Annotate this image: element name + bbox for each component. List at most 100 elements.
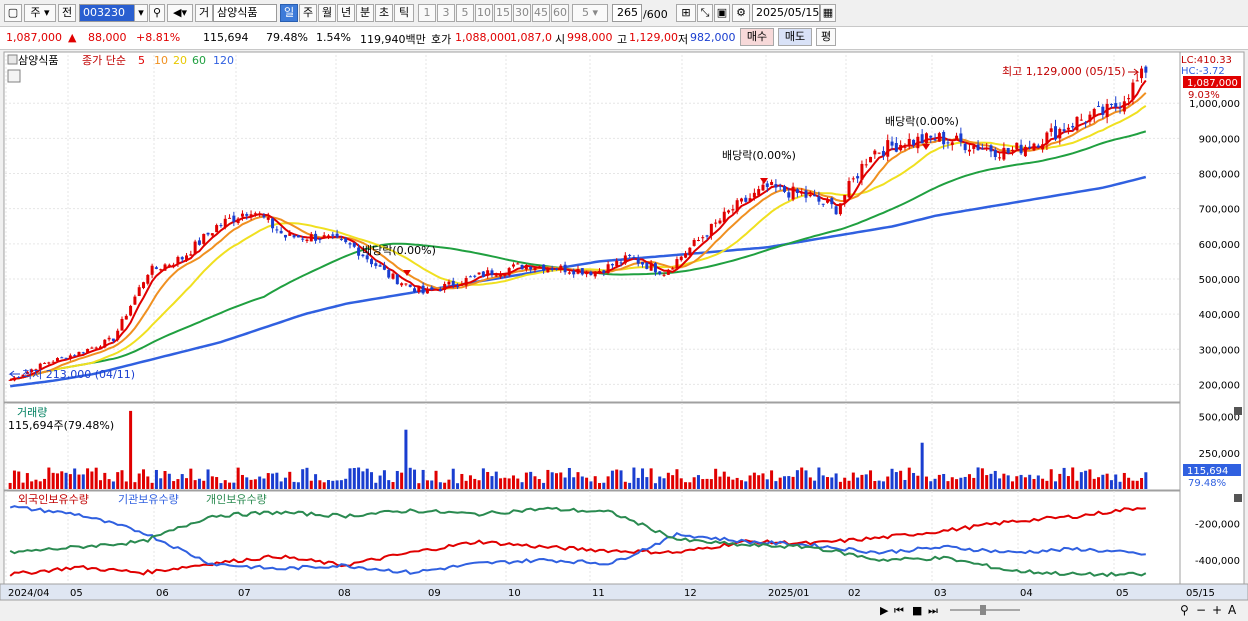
candle-body xyxy=(1066,127,1070,130)
volume-bar xyxy=(55,473,59,489)
candle-body xyxy=(959,133,963,142)
volume-bar xyxy=(21,482,25,489)
stop-icon: ■ xyxy=(912,604,922,617)
candle-body xyxy=(314,233,318,241)
interval-3[interactable]: 3 xyxy=(437,4,455,22)
x-tick-label: 05 xyxy=(1116,588,1129,599)
current-price: 1,087,000 xyxy=(6,31,62,44)
volume-ratio: 79.48% xyxy=(266,31,308,44)
volume-bar xyxy=(219,483,223,489)
period-second[interactable]: 초 xyxy=(375,4,393,22)
volume-bar xyxy=(1109,480,1113,489)
date-input[interactable]: 2025/05/15 xyxy=(752,4,820,22)
volume-bar xyxy=(1015,476,1019,489)
candle-body xyxy=(210,233,214,236)
volume-bar xyxy=(834,473,838,489)
volume-bar xyxy=(352,467,356,489)
candle-body xyxy=(722,211,726,223)
candle-body xyxy=(477,272,481,275)
sell-button[interactable]: 매도 xyxy=(778,28,812,46)
chart-area[interactable]: 200,000 300,000 400,000 500,000 600,000 700,0… xyxy=(0,50,1248,621)
y-tick-label: 700,000 xyxy=(1199,205,1240,216)
volume-bar xyxy=(516,478,520,489)
interval-45[interactable]: 45 xyxy=(532,4,550,22)
candle-body xyxy=(283,234,287,238)
zoom-icon[interactable]: ⤡ xyxy=(697,4,713,22)
volume-bar xyxy=(1101,474,1105,489)
interval-5[interactable]: 5 xyxy=(456,4,474,22)
bar-count-input[interactable]: 265 xyxy=(612,4,642,22)
candle-body xyxy=(511,264,515,267)
price-tag-value: 1,087,000 xyxy=(1187,78,1238,89)
trade-button[interactable]: 거 xyxy=(195,4,213,22)
volume-bar xyxy=(890,468,894,489)
period-week[interactable]: 주 xyxy=(299,4,317,22)
volume-bar xyxy=(1105,473,1109,489)
period-year[interactable]: 년 xyxy=(337,4,355,22)
interval-select[interactable]: 5 ▾ xyxy=(572,4,608,22)
table-icon[interactable] xyxy=(7,69,21,83)
holding-pane-close-icon[interactable] xyxy=(1234,494,1242,502)
candle-body xyxy=(185,255,189,261)
speaker-icon[interactable]: ◀▾ xyxy=(167,4,193,22)
candle-body xyxy=(834,206,838,215)
x-tick-label: 03 xyxy=(934,588,947,599)
period-tick[interactable]: 틱 xyxy=(394,4,414,22)
volume-bar xyxy=(1131,480,1135,489)
candle-body xyxy=(142,282,146,289)
search-icon[interactable]: ⚲ xyxy=(149,4,165,22)
code-dropdown-icon[interactable]: ▾ xyxy=(134,4,148,22)
volume-pane-close-icon[interactable] xyxy=(1234,407,1242,415)
x-tick-label: 05/15 xyxy=(1186,588,1215,599)
volume-bar xyxy=(1084,470,1088,489)
buy-button[interactable]: 매수 xyxy=(740,28,774,46)
interval-15[interactable]: 15 xyxy=(494,4,512,22)
x-tick-label: 09 xyxy=(428,588,441,599)
candle-body xyxy=(408,284,412,287)
volume-bar xyxy=(94,467,98,489)
candle-body xyxy=(692,239,696,246)
candle-body xyxy=(464,278,468,286)
stock-code-input[interactable]: 003230 xyxy=(79,4,135,22)
volume-bar xyxy=(843,477,847,489)
volume-bar xyxy=(348,468,352,489)
save-icon[interactable]: ▣ xyxy=(714,4,730,22)
interval-30[interactable]: 30 xyxy=(513,4,531,22)
candle-body xyxy=(64,357,68,359)
candle-body xyxy=(456,286,460,288)
volume-bar xyxy=(813,480,817,489)
volume-bar xyxy=(443,482,447,489)
period-minute[interactable]: 분 xyxy=(356,4,374,22)
candle-body xyxy=(679,256,683,261)
candle-body xyxy=(967,149,971,152)
stock-name-field[interactable]: 삼양식품 xyxy=(213,4,277,22)
volume-bar xyxy=(344,478,348,489)
volume-bar xyxy=(232,482,236,489)
candle-body xyxy=(249,214,253,218)
volume-bar xyxy=(959,477,963,489)
period-month[interactable]: 월 xyxy=(318,4,336,22)
volume-bar xyxy=(421,469,425,489)
legend-checkbox[interactable] xyxy=(7,54,18,65)
candle-body xyxy=(51,361,55,363)
volume-bar xyxy=(511,475,515,489)
period-day[interactable]: 일 xyxy=(280,4,298,22)
interval-1[interactable]: 1 xyxy=(418,4,436,22)
eval-button[interactable]: 평 xyxy=(816,28,836,46)
interval-10[interactable]: 10 xyxy=(475,4,493,22)
volume-bar xyxy=(1088,469,1092,489)
price-pane xyxy=(3,51,1181,403)
prev-button[interactable]: 전 xyxy=(58,4,76,22)
market-select[interactable]: 주 ▾ xyxy=(24,4,56,22)
volume-bar xyxy=(632,467,636,489)
interval-60[interactable]: 60 xyxy=(551,4,569,22)
volume-bar xyxy=(860,474,864,489)
candle-body xyxy=(43,362,47,364)
candle-body xyxy=(258,213,262,216)
window-icon[interactable]: ▢ xyxy=(4,4,22,22)
gear-icon[interactable]: ⚙ xyxy=(732,4,750,22)
compare-icon[interactable]: ⊞ xyxy=(676,4,696,22)
calendar-icon[interactable]: ▦ xyxy=(820,4,836,22)
volume-bar xyxy=(976,467,980,489)
volume-bar xyxy=(236,467,240,489)
